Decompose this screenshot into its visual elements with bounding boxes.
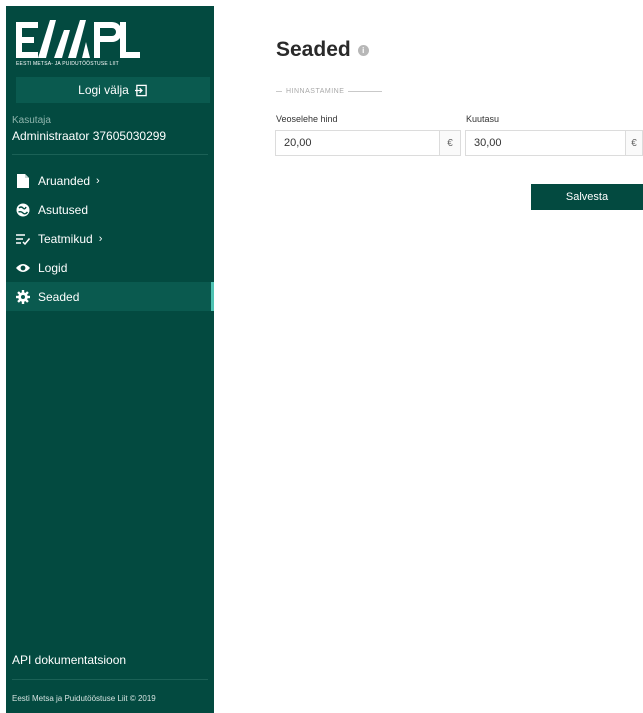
list-check-icon: [16, 232, 30, 246]
logo-subtitle: EESTI METSA- JA PUIDUTÖÖSTUSE LIIT: [16, 61, 119, 67]
kuutasu-group: €: [465, 130, 643, 156]
sidebar: EESTI METSA- JA PUIDUTÖÖSTUSE LIIT Logi …: [6, 6, 214, 713]
user-name: Administraator 37605030299: [12, 129, 167, 143]
sidebar-item-label: Aruanded: [38, 173, 91, 188]
document-icon: [16, 173, 30, 188]
section-label-text: HINNASTAMINE: [286, 88, 345, 95]
sidebar-item-label: Teatmikud: [38, 231, 93, 246]
divider: [12, 154, 208, 155]
euro-addon: €: [439, 131, 460, 155]
eye-icon: [16, 261, 30, 275]
sidebar-item-label: Asutused: [38, 202, 89, 217]
user-label: Kasutaja: [12, 115, 51, 126]
api-docs-link[interactable]: API dokumentatsioon: [12, 653, 126, 667]
sidebar-item-label: Seaded: [38, 289, 80, 304]
logout-icon: [134, 84, 147, 96]
save-button[interactable]: Salvesta: [531, 184, 643, 210]
emapl-logo[interactable]: [16, 16, 156, 64]
sidebar-item-teatmikud[interactable]: Teatmikud ›: [6, 224, 214, 253]
section-label: HINNASTAMINE: [276, 88, 383, 95]
info-icon[interactable]: i: [357, 44, 369, 56]
logout-button[interactable]: Logi välja: [16, 77, 210, 103]
field-label-kuutasu: Kuutasu: [466, 114, 500, 124]
footer-copyright: Eesti Metsa ja Puidutööstuse Liit © 2019: [12, 694, 156, 703]
veoselehe-hind-group: €: [275, 130, 461, 156]
section-line-left: [276, 91, 282, 92]
chevron-right-icon: ›: [98, 232, 103, 245]
sidebar-item-label: Logid: [38, 260, 68, 275]
section-line-right: [348, 91, 383, 92]
logout-label: Logi välja: [78, 83, 129, 97]
chevron-right-icon: ›: [96, 174, 100, 187]
sidebar-item-logid[interactable]: Logid: [6, 253, 214, 282]
veoselehe-hind-input[interactable]: [276, 131, 440, 155]
page-title: Seaded i: [276, 38, 369, 62]
kuutasu-input[interactable]: [466, 131, 626, 155]
sidebar-nav: Aruanded › Asutused Teatmikud › Logid Se…: [6, 166, 214, 311]
euro-addon: €: [625, 131, 642, 155]
globe-icon: [16, 203, 30, 217]
divider: [12, 679, 208, 680]
gear-icon: [16, 289, 30, 304]
page-title-text: Seaded: [276, 38, 351, 61]
field-label-veoselehe-hind: Veoselehe hind: [276, 114, 338, 124]
sidebar-item-seaded[interactable]: Seaded: [6, 282, 214, 311]
sidebar-item-aruanded[interactable]: Aruanded ›: [6, 166, 214, 195]
sidebar-item-asutused[interactable]: Asutused: [6, 195, 214, 224]
